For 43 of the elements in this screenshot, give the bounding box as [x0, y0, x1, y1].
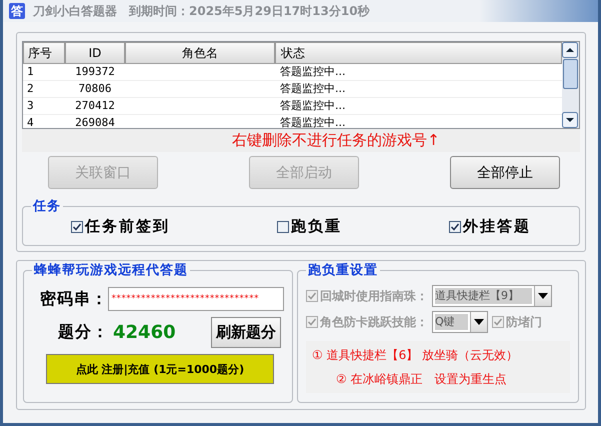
register-button[interactable]: 点此 注册|充值 (1元=1000题分) [46, 354, 274, 384]
column-header[interactable]: 状态 [275, 42, 562, 64]
group-title: 跑负重设置 [307, 262, 379, 279]
scroll-down-icon[interactable] [562, 112, 578, 128]
table-cell-text: 270412 [74, 98, 116, 114]
table-cell-text: 答题监控中... [279, 98, 346, 114]
group-title: 任务 [32, 198, 62, 216]
task-checkbox[interactable]: 任务前签到 [71, 217, 170, 236]
table-cell-text: 269084 [74, 115, 116, 131]
column-header[interactable]: ID [65, 42, 125, 64]
table-cell-text: 答题监控中... [279, 81, 346, 97]
table-cell-text: 答题监控中... [279, 115, 346, 131]
column-header[interactable]: 序号 [23, 42, 65, 64]
table-cell-text: 3 [26, 98, 35, 114]
table-cell-text: 4 [26, 115, 35, 131]
table-cell-text: 70806 [77, 81, 113, 97]
table-cell-text: 1 [26, 64, 35, 80]
expiry-time: 到期时间：2025年5月29日17时13分10秒 [129, 2, 370, 20]
task-checkbox[interactable]: 外挂答题 [449, 217, 531, 236]
group-title: 蜂蜂帮玩游戏远程代答题 [32, 262, 189, 279]
scrollbar[interactable] [562, 42, 579, 128]
checkbox-icon[interactable] [71, 220, 83, 233]
score-value: 42460 [113, 322, 177, 343]
hint-text: 右键删除不进行任务的游戏号↑ [232, 131, 440, 150]
app-icon: 答 [9, 3, 25, 19]
checkbox-icon[interactable] [277, 220, 289, 233]
table-cell-text: 199372 [74, 64, 116, 80]
table-cell-text: 2 [26, 81, 35, 97]
window-title: 刀剑小白答题器 [33, 2, 117, 20]
dropdown-arrow-icon [474, 319, 484, 325]
checkbox-icon[interactable] [449, 220, 461, 233]
password-label: 密码串： [40, 288, 108, 310]
action-button[interactable]: 全部停止 [450, 156, 560, 190]
note-text: ② 在冰峪镇鼎正 设置为重生点 [335, 371, 508, 388]
column-header[interactable]: 角色名 [125, 42, 275, 64]
refresh-button[interactable]: 刷新题分 [211, 317, 281, 348]
password-field[interactable]: ****************************** [108, 287, 284, 311]
note-text: ① 道具快捷栏【6】 放坐骑（云无效） [311, 347, 520, 364]
table-cell-text: 答题监控中... [279, 64, 346, 80]
scroll-up-icon[interactable] [562, 42, 578, 58]
score-label: 题分： [58, 322, 109, 343]
task-checkbox[interactable]: 跑负重 [277, 217, 342, 236]
dropdown-arrow-icon [538, 293, 548, 299]
